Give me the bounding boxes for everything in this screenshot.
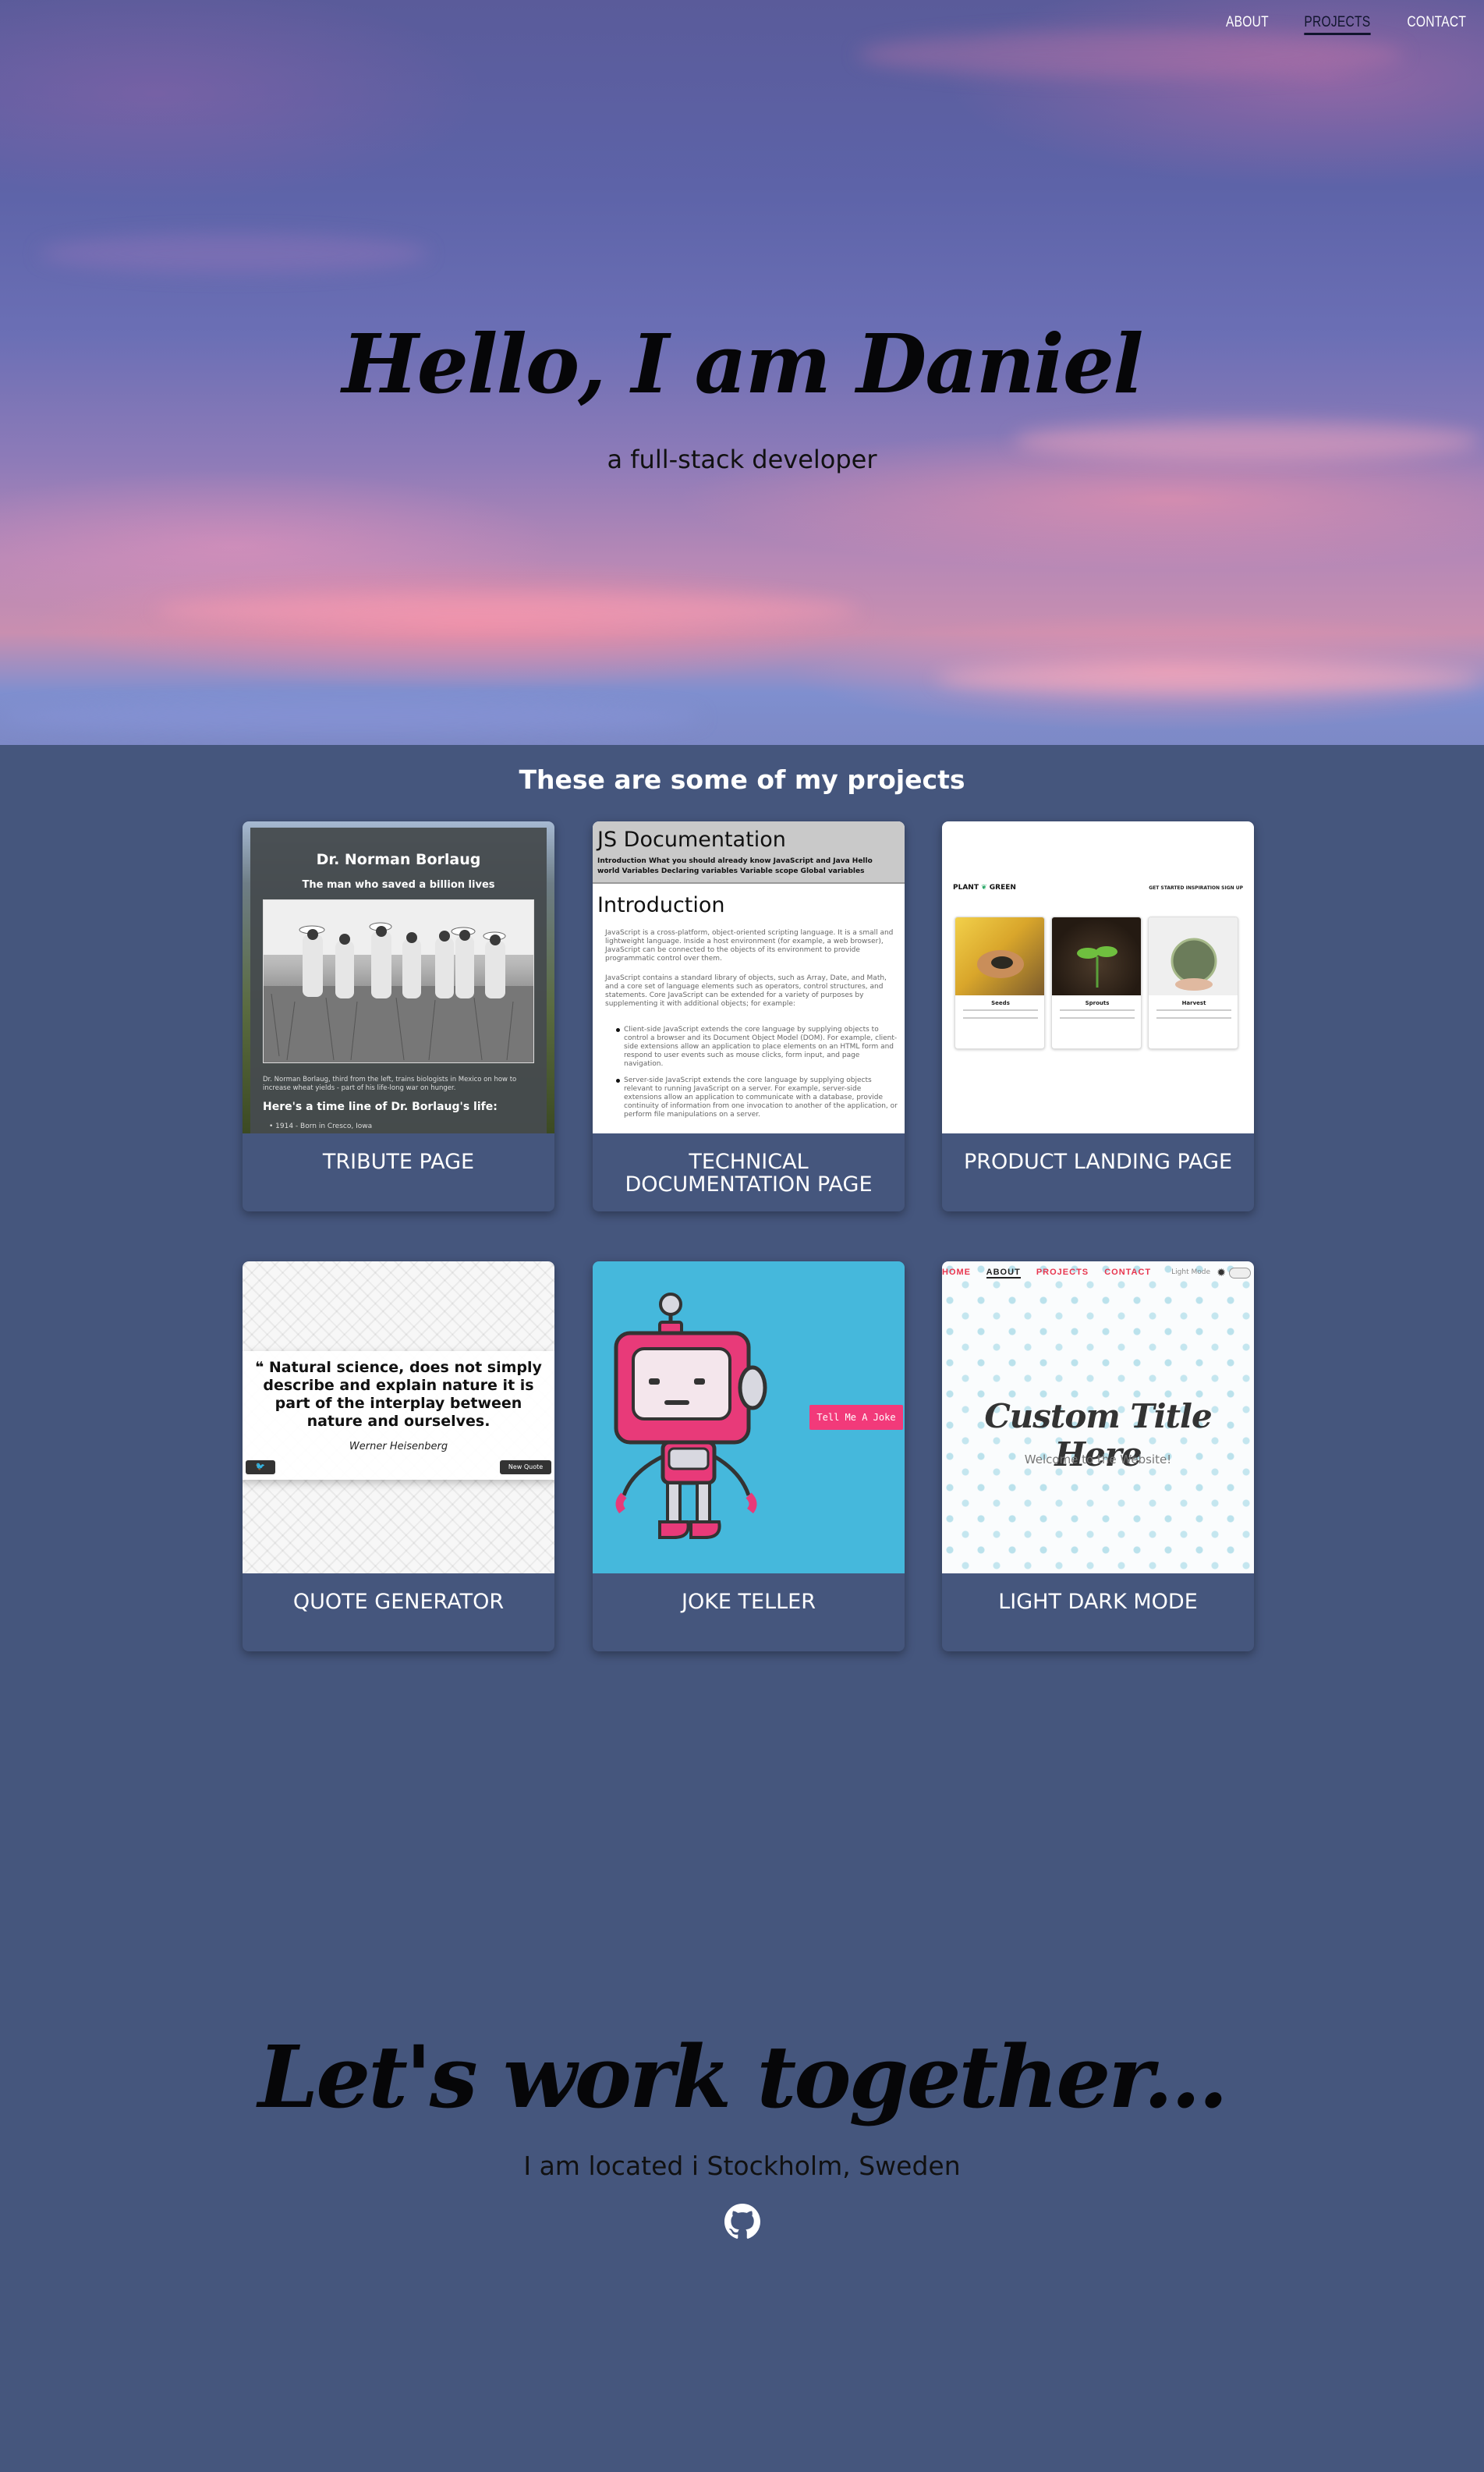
- sky-cloud: [39, 234, 429, 273]
- quote-text: ❝ Natural science, does not simply descr…: [252, 1359, 545, 1431]
- product-card-seeds: Seeds: [955, 917, 1045, 1049]
- ld-menu-home: HOME: [942, 1268, 971, 1277]
- joke-thumbnail: Tell Me A Joke: [593, 1261, 905, 1573]
- globe-plant-illustration: [1171, 938, 1217, 991]
- product-card-desc: [1156, 1009, 1231, 1019]
- tribute-timeline-heading: Here's a time line of Dr. Borlaug's life…: [263, 1101, 498, 1113]
- contact-location: I am located i Stockholm, Sweden: [523, 2151, 961, 2181]
- bullet-dot: [616, 1079, 620, 1083]
- project-card-tribute[interactable]: Dr. Norman Borlaug The man who saved a b…: [243, 821, 554, 1211]
- sun-icon: ✹: [1217, 1267, 1226, 1279]
- lightdark-welcome: Welcome to the Website!: [1024, 1452, 1172, 1467]
- twitter-icon: 🐦: [246, 1460, 275, 1474]
- product-card-name: Harvest: [1181, 1000, 1206, 1006]
- product-logo: PLANT ❦ GREEN: [953, 884, 1016, 892]
- docs-nav-row: Introduction What you should already kno…: [597, 857, 873, 865]
- hero-section: ABOUT PROJECTS CONTACT Hello, I am Danie…: [0, 0, 1484, 745]
- light-mode-label: Light Mode: [1171, 1268, 1210, 1276]
- product-card-sprouts: Sprouts: [1051, 917, 1142, 1049]
- docs-section-title: Introduction: [597, 893, 725, 917]
- sky-cloud: [0, 702, 702, 733]
- tribute-caption: Dr. Norman Borlaug, third from the left,…: [263, 1076, 517, 1092]
- project-card-joke[interactable]: Tell Me A Joke JOKE TELLER: [593, 1261, 905, 1651]
- tribute-panel: Dr. Norman Borlaug The man who saved a b…: [250, 828, 547, 1133]
- product-card-name: Seeds: [991, 1000, 1010, 1006]
- contact-title: Let's work together...: [257, 2027, 1228, 2127]
- docs-paragraph: JavaScript contains a standard library o…: [605, 974, 887, 1008]
- sprouts-image: [1052, 917, 1141, 995]
- ld-menu-projects: PROJECTS: [1036, 1268, 1089, 1277]
- docs-header: JS Documentation: [597, 828, 786, 852]
- sky-cloud: [936, 663, 1482, 694]
- project-card-product[interactable]: PLANT ❦ GREEN GET STARTED INSPIRATION SI…: [942, 821, 1254, 1211]
- card-label: TRIBUTE PAGE: [322, 1150, 475, 1174]
- hero-title: Hello, I am Daniel: [342, 316, 1143, 412]
- card-label: LIGHT DARK MODE: [998, 1590, 1198, 1614]
- projects-heading: These are some of my projects: [519, 764, 965, 795]
- tell-joke-button: Tell Me A Joke: [809, 1405, 903, 1430]
- product-card-desc: [1060, 1009, 1135, 1019]
- theme-toggle: [1229, 1268, 1251, 1279]
- product-card-desc: [963, 1009, 1038, 1019]
- docs-bullet: Client-side JavaScript extends the core …: [624, 1026, 898, 1068]
- docs-navbar: JS Documentation Introduction What you s…: [593, 821, 905, 884]
- card-label: PRODUCT LANDING PAGE: [963, 1150, 1233, 1174]
- tribute-timeline-item: • 1914 - Born in Cresco, Iowa: [269, 1123, 373, 1130]
- bullet-dot: [616, 1028, 620, 1032]
- seeds-image: [955, 917, 1044, 995]
- sky-cloud: [858, 31, 1404, 78]
- tribute-thumbnail: Dr. Norman Borlaug The man who saved a b…: [243, 821, 554, 1133]
- docs-bullet: Server-side JavaScript extends the core …: [624, 1076, 898, 1119]
- lightdark-thumbnail: HOME ABOUT PROJECTS CONTACT Light Mode ✹…: [942, 1261, 1254, 1573]
- tribute-photo: [263, 899, 534, 1063]
- quote-box: ❝ Natural science, does not simply descr…: [243, 1351, 554, 1480]
- quote-mark-icon: ❝: [255, 1359, 269, 1376]
- logo-left: PLANT: [953, 884, 979, 892]
- quote-author: Werner Heisenberg: [349, 1441, 448, 1452]
- github-icon[interactable]: [724, 2204, 760, 2240]
- product-card-harvest: Harvest: [1148, 917, 1238, 1049]
- harvest-image: [1149, 917, 1238, 995]
- project-card-lightdark[interactable]: HOME ABOUT PROJECTS CONTACT Light Mode ✹…: [942, 1261, 1254, 1651]
- quote-body: Natural science, does not simply describ…: [263, 1359, 542, 1430]
- hands-illustration: [977, 950, 1024, 978]
- card-label: QUOTE GENERATOR: [292, 1590, 505, 1614]
- ld-menu-about: ABOUT: [986, 1268, 1021, 1279]
- top-nav: ABOUT PROJECTS CONTACT: [1221, 14, 1473, 35]
- leaf-icon: ❦: [981, 884, 987, 892]
- quote-thumbnail: ❝ Natural science, does not simply descr…: [243, 1261, 554, 1573]
- product-thumbnail: PLANT ❦ GREEN GET STARTED INSPIRATION SI…: [942, 821, 1254, 1133]
- logo-right: GREEN: [989, 884, 1016, 892]
- lightdark-menu: HOME ABOUT PROJECTS CONTACT: [942, 1268, 1163, 1279]
- product-nav-links: GET STARTED INSPIRATION SIGN UP: [1149, 885, 1243, 891]
- docs-nav-row: world Variables Declaring variables Vari…: [597, 867, 865, 875]
- docs-paragraph: JavaScript is a cross-platform, object-o…: [605, 929, 894, 963]
- card-label: JOKE TELLER: [681, 1590, 816, 1614]
- docs-thumbnail: JS Documentation Introduction What you s…: [593, 821, 905, 1133]
- project-card-docs[interactable]: JS Documentation Introduction What you s…: [593, 821, 905, 1211]
- sky-cloud: [156, 593, 858, 628]
- field-photo-illustration: [264, 900, 533, 1062]
- sprout-illustration: [1077, 946, 1117, 988]
- tribute-title: Dr. Norman Borlaug: [316, 851, 481, 868]
- tribute-subtitle: The man who saved a billion lives: [302, 879, 495, 891]
- card-label: TECHNICAL DOCUMENTATION PAGE: [625, 1150, 873, 1197]
- product-card-name: Sprouts: [1085, 1000, 1110, 1006]
- tribute-timeline-text: 1914 - Born in Cresco, Iowa: [275, 1123, 373, 1130]
- nav-about[interactable]: ABOUT: [1226, 14, 1269, 35]
- ld-menu-contact: CONTACT: [1104, 1268, 1152, 1277]
- nav-projects[interactable]: PROJECTS: [1304, 14, 1371, 35]
- nav-contact[interactable]: CONTACT: [1408, 14, 1467, 35]
- project-card-quote[interactable]: ❝ Natural science, does not simply descr…: [243, 1261, 554, 1651]
- hero-subtitle: a full-stack developer: [607, 445, 877, 474]
- new-quote-button: New Quote: [500, 1460, 551, 1474]
